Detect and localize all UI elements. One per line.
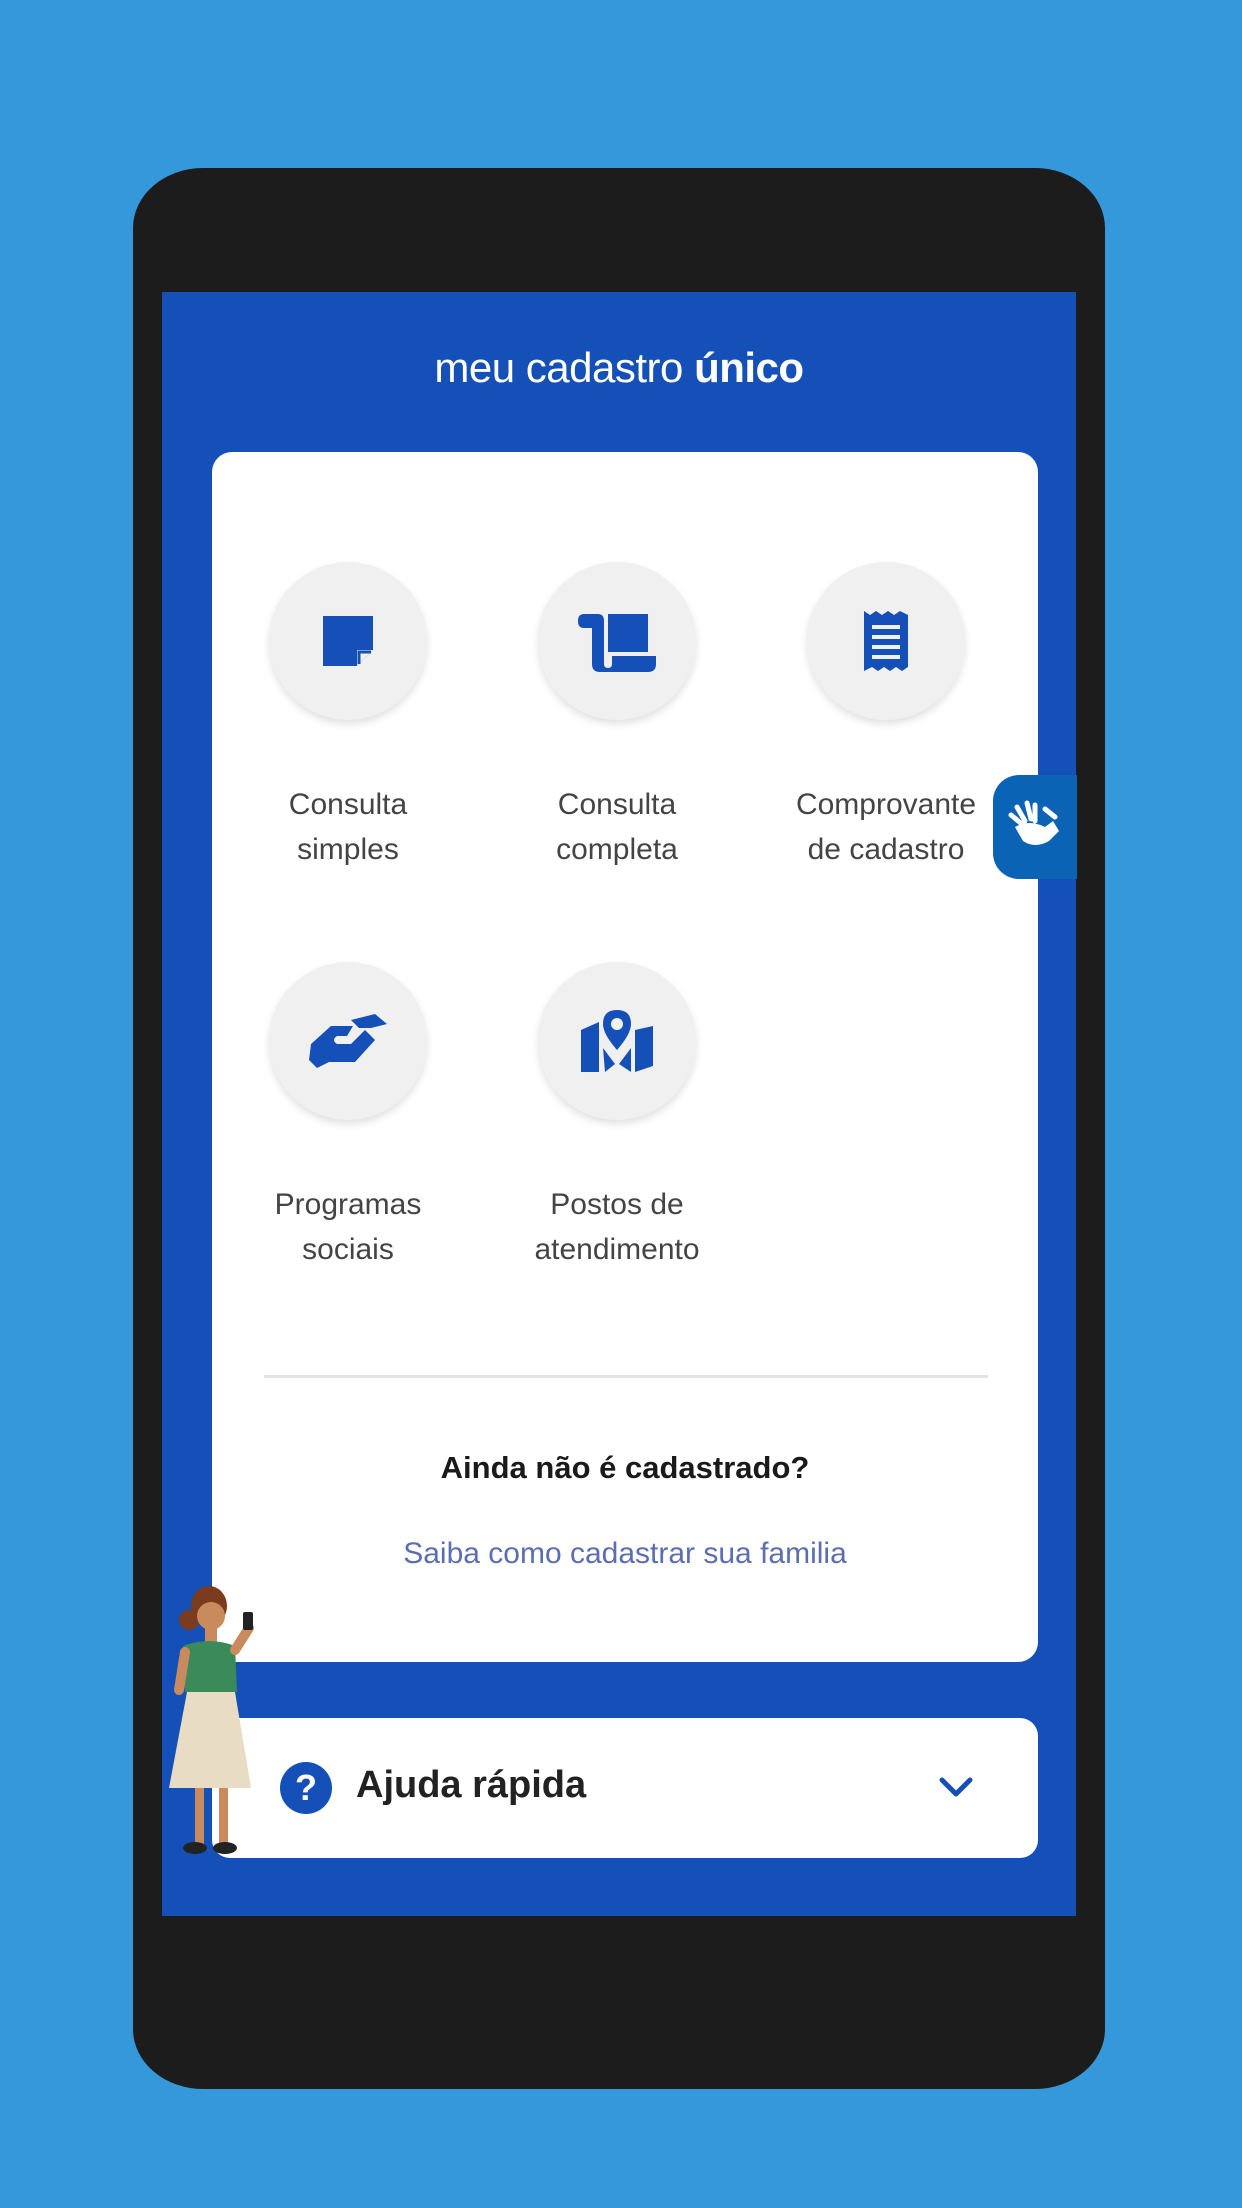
comprovante-button[interactable]: Comprovante de cadastro [756, 562, 1016, 872]
not-registered-heading: Ainda não é cadastrado? [440, 1450, 810, 1485]
services-card: Consulta simples Consulta completa Compr… [212, 452, 1038, 1662]
note-icon [269, 562, 427, 720]
divider [264, 1375, 988, 1378]
app-title: meu cadastro único [434, 344, 804, 391]
sign-language-hands-icon [1008, 800, 1059, 845]
consulta-completa-button[interactable]: Consulta completa [487, 562, 747, 872]
quick-help-label: Ajuda rápida [356, 1764, 587, 1806]
question-icon: ? [280, 1762, 332, 1814]
vlibras-accessibility-button[interactable] [993, 775, 1077, 879]
woman-illustration [169, 1586, 254, 1854]
scroll-icon [538, 562, 696, 720]
postos-atendimento-button[interactable]: Postos de atendimento [487, 962, 747, 1272]
programas-sociais-button[interactable]: Programas sociais [218, 962, 478, 1272]
app-screen: meu cadastro único Consulta simples Cons… [162, 292, 1076, 1916]
receipt-icon [807, 562, 965, 720]
consulta-simples-button[interactable]: Consulta simples [218, 562, 478, 872]
register-family-link[interactable]: Saiba como cadastrar sua familia [212, 1537, 1038, 1571]
map-pin-icon [538, 962, 696, 1120]
chevron-down-icon [939, 1777, 973, 1797]
handshake-icon [269, 962, 427, 1120]
quick-help-accordion[interactable]: ? Ajuda rápida [212, 1718, 1038, 1858]
